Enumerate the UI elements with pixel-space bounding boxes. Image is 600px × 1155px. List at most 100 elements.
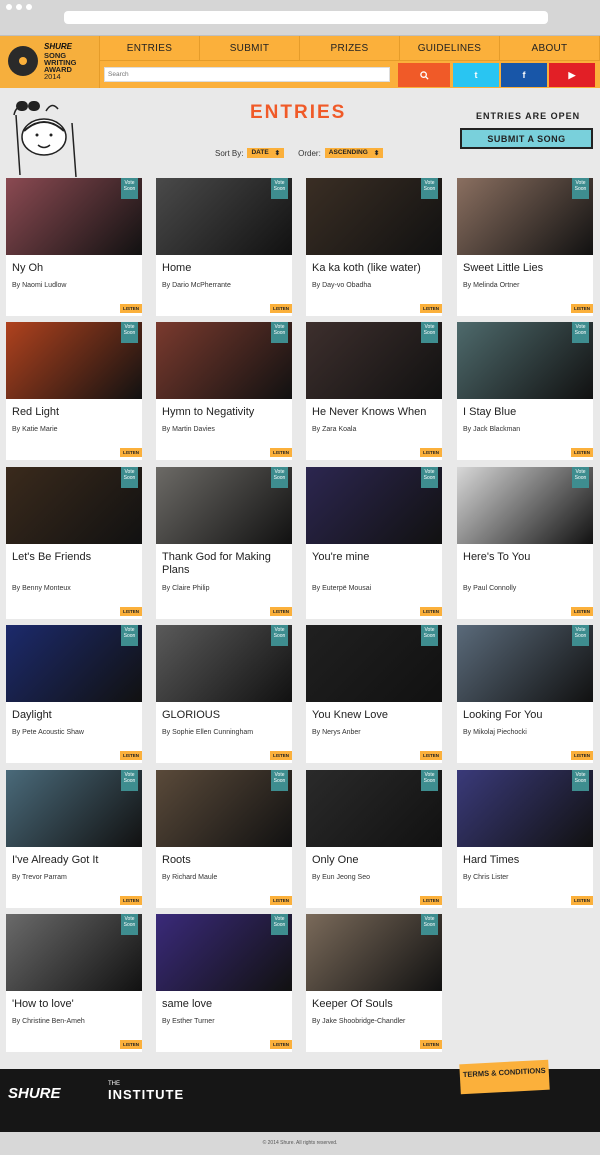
entry-card[interactable]: Vote Soon He Never Knows When By Zara Koal… (306, 322, 442, 460)
entry-title[interactable]: Ka ka koth (like water) (312, 262, 440, 275)
entry-title[interactable]: Hard Times (463, 854, 591, 867)
video-thumbnail[interactable]: Vote Soon (156, 467, 292, 544)
video-thumbnail[interactable]: Vote Soon (156, 770, 292, 847)
video-thumbnail[interactable]: Vote Soon (457, 625, 593, 702)
video-thumbnail[interactable]: Vote Soon (457, 178, 593, 255)
youtube-icon[interactable]: ▶ (549, 63, 595, 87)
twitter-icon[interactable]: t (453, 63, 499, 87)
video-thumbnail[interactable]: Vote Soon (306, 770, 442, 847)
entry-title[interactable]: Ny Oh (12, 262, 140, 275)
entry-card[interactable]: Vote Soon Hard Times By Chris Lister LISTEN (457, 770, 593, 908)
entry-card[interactable]: Vote Soon Thank God for Making Plans By Cl… (156, 467, 292, 619)
entry-title[interactable]: Sweet Little Lies (463, 262, 591, 275)
listen-button[interactable]: LISTEN (120, 304, 142, 313)
listen-button[interactable]: LISTEN (571, 304, 593, 313)
nav-submit[interactable]: SUBMIT (200, 36, 300, 61)
entry-card[interactable]: Vote Soon 'How to love' By Christine Ben-A… (6, 914, 142, 1052)
video-thumbnail[interactable]: Vote Soon (306, 467, 442, 544)
entry-title[interactable]: You Knew Love (312, 709, 440, 722)
entry-card[interactable]: Vote Soon Let's Be Friends By Benny Monteu… (6, 467, 142, 619)
entry-card[interactable]: Vote Soon GLORIOUS By Sophie Ellen Cunning… (156, 625, 292, 763)
video-thumbnail[interactable]: Vote Soon (457, 770, 593, 847)
video-thumbnail[interactable]: Vote Soon (6, 770, 142, 847)
video-thumbnail[interactable]: Vote Soon (6, 914, 142, 991)
listen-button[interactable]: LISTEN (420, 896, 442, 905)
entry-card[interactable]: Vote Soon I've Already Got It By Trevor Pa… (6, 770, 142, 908)
entry-title[interactable]: Home (162, 262, 290, 275)
video-thumbnail[interactable]: Vote Soon (156, 322, 292, 399)
search-input[interactable] (104, 67, 390, 82)
entry-card[interactable]: Vote Soon I Stay Blue By Jack Blackman LIST… (457, 322, 593, 460)
entry-card[interactable]: Vote Soon You're mine By Euterpë Mousai LIS… (306, 467, 442, 619)
video-thumbnail[interactable]: Vote Soon (306, 625, 442, 702)
entry-title[interactable]: 'How to love' (12, 998, 140, 1011)
video-thumbnail[interactable]: Vote Soon (306, 322, 442, 399)
listen-button[interactable]: LISTEN (420, 607, 442, 616)
facebook-icon[interactable]: f (501, 63, 547, 87)
terms-button[interactable]: TERMS & CONDITIONS (459, 1059, 550, 1095)
entry-title[interactable]: Only One (312, 854, 440, 867)
entry-title[interactable]: Hymn to Negativity (162, 406, 290, 419)
listen-button[interactable]: LISTEN (420, 751, 442, 760)
entry-card[interactable]: Vote Soon Ka ka koth (like water) By Day-v… (306, 178, 442, 316)
submit-song-button[interactable]: SUBMIT A SONG (460, 128, 593, 149)
institute-logo[interactable]: THE INSTITUTE (108, 1080, 184, 1101)
entry-title[interactable]: Keeper Of Souls (312, 998, 440, 1011)
entry-card[interactable]: Vote Soon You Knew Love By Nerys Anber LIST… (306, 625, 442, 763)
entry-title[interactable]: You're mine (312, 551, 440, 564)
entry-card[interactable]: Vote Soon Hymn to Negativity By Martin Dav… (156, 322, 292, 460)
entry-title[interactable]: Red Light (12, 406, 140, 419)
entry-card[interactable]: Vote Soon Red Light By Katie Marie LISTEN (6, 322, 142, 460)
entry-card[interactable]: Vote Soon Daylight By Pete Acoustic Shaw LI… (6, 625, 142, 763)
listen-button[interactable]: LISTEN (120, 896, 142, 905)
video-thumbnail[interactable]: Vote Soon (156, 178, 292, 255)
entry-title[interactable]: I've Already Got It (12, 854, 140, 867)
video-thumbnail[interactable]: Vote Soon (306, 914, 442, 991)
nav-entries[interactable]: ENTRIES (100, 36, 200, 61)
listen-button[interactable]: LISTEN (420, 304, 442, 313)
award-logo[interactable]: SHURE SONG WRITING AWARD 2014 (0, 36, 100, 88)
entry-card[interactable]: Vote Soon Only One By Eun Jeong Seo LISTEN (306, 770, 442, 908)
listen-button[interactable]: LISTEN (270, 607, 292, 616)
video-thumbnail[interactable]: Vote Soon (6, 467, 142, 544)
entry-card[interactable]: Vote Soon Sweet Little Lies By Melinda Ort… (457, 178, 593, 316)
entry-card[interactable]: Vote Soon Looking For You By Mikolaj Piech… (457, 625, 593, 763)
entry-title[interactable]: Here's To You (463, 551, 591, 564)
video-thumbnail[interactable]: Vote Soon (457, 467, 593, 544)
video-thumbnail[interactable]: Vote Soon (6, 625, 142, 702)
entry-card[interactable]: Vote Soon Roots By Richard Maule LISTEN (156, 770, 292, 908)
video-thumbnail[interactable]: Vote Soon (156, 914, 292, 991)
entry-title[interactable]: same love (162, 998, 290, 1011)
listen-button[interactable]: LISTEN (270, 1040, 292, 1049)
listen-button[interactable]: LISTEN (571, 448, 593, 457)
sort-select[interactable]: DATE ⬍ (247, 148, 285, 158)
entry-title[interactable]: Let's Be Friends (12, 551, 140, 564)
listen-button[interactable]: LISTEN (120, 751, 142, 760)
entry-card[interactable]: Vote Soon Home By Dario McPherrante LISTEN (156, 178, 292, 316)
nav-prizes[interactable]: PRIZES (300, 36, 400, 61)
shure-footer-logo[interactable]: SHURE (8, 1085, 61, 1102)
listen-button[interactable]: LISTEN (120, 1040, 142, 1049)
entry-title[interactable]: I Stay Blue (463, 406, 591, 419)
listen-button[interactable]: LISTEN (270, 448, 292, 457)
entry-card[interactable]: Vote Soon Ny Oh By Naomi Ludlow LISTEN (6, 178, 142, 316)
entry-card[interactable]: Vote Soon Keeper Of Souls By Jake Shoobrid… (306, 914, 442, 1052)
listen-button[interactable]: LISTEN (571, 751, 593, 760)
nav-about[interactable]: ABOUT (500, 36, 600, 61)
listen-button[interactable]: LISTEN (270, 304, 292, 313)
address-bar[interactable] (64, 11, 548, 24)
listen-button[interactable]: LISTEN (420, 1040, 442, 1049)
entry-title[interactable]: Thank God for Making Plans (162, 551, 290, 577)
entry-card[interactable]: Vote Soon same love By Esther Turner LISTEN (156, 914, 292, 1052)
entry-card[interactable]: Vote Soon Here's To You By Paul Connolly LI… (457, 467, 593, 619)
entry-title[interactable]: He Never Knows When (312, 406, 440, 419)
listen-button[interactable]: LISTEN (120, 448, 142, 457)
listen-button[interactable]: LISTEN (120, 607, 142, 616)
order-select[interactable]: ASCENDING ⬍ (324, 148, 384, 158)
listen-button[interactable]: LISTEN (571, 896, 593, 905)
listen-button[interactable]: LISTEN (270, 896, 292, 905)
entry-title[interactable]: Daylight (12, 709, 140, 722)
window-controls[interactable] (6, 4, 32, 10)
video-thumbnail[interactable]: Vote Soon (457, 322, 593, 399)
entry-title[interactable]: Roots (162, 854, 290, 867)
